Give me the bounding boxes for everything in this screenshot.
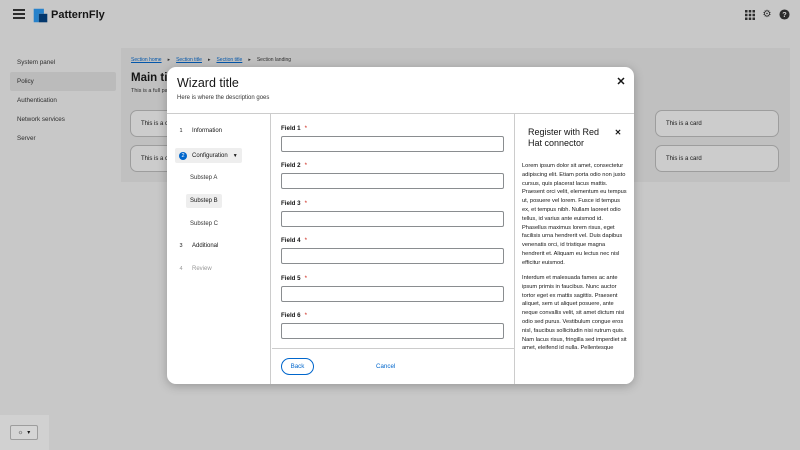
drawer-panel: Register with Red Hat connector ✕ Lorem … bbox=[514, 114, 634, 384]
back-button[interactable]: Back bbox=[281, 358, 314, 375]
chevron-down-icon: ▼ bbox=[232, 152, 238, 159]
drawer-paragraph: Interdum et malesuada fames ac ante ipsu… bbox=[522, 275, 627, 352]
step-label: Additional bbox=[192, 243, 219, 249]
step-label: Information bbox=[192, 128, 223, 134]
wizard-step-review: 4 Review bbox=[177, 265, 212, 273]
wizard-step-configuration-toggle[interactable]: 2 Configuration ▼ bbox=[175, 148, 242, 163]
step-number: 3 bbox=[179, 243, 183, 249]
field-2-label: Field 2 * bbox=[281, 162, 308, 169]
step-number: 4 bbox=[179, 266, 183, 272]
wizard-title: Wizard title bbox=[177, 76, 239, 90]
cancel-button[interactable]: Cancel bbox=[376, 358, 395, 375]
wizard-modal: Wizard title Here is where the descripti… bbox=[167, 67, 634, 384]
close-icon[interactable]: ✕ bbox=[614, 129, 622, 137]
wizard-body: Field 1 * Field 2 * Field 3 * Field 4 * Fiel… bbox=[272, 114, 515, 348]
field-6-input[interactable] bbox=[281, 323, 504, 339]
wizard-step-information[interactable]: 1 Information bbox=[177, 127, 222, 135]
field-1-label: Field 1 * bbox=[281, 125, 308, 132]
step-label: Configuration bbox=[192, 152, 228, 159]
close-icon[interactable]: ✕ bbox=[616, 77, 626, 88]
step-label: Review bbox=[192, 266, 212, 272]
field-3-label: Field 3 * bbox=[281, 200, 308, 207]
step-number: 2 bbox=[179, 151, 187, 160]
field-4-label: Field 4 * bbox=[281, 237, 308, 244]
field-5-label: Field 5 * bbox=[281, 275, 308, 282]
wizard-substep-a[interactable]: Substep A bbox=[186, 171, 221, 185]
wizard-step-additional[interactable]: 3 Additional bbox=[177, 242, 218, 250]
field-5-input[interactable] bbox=[281, 286, 504, 302]
wizard-header: Wizard title Here is where the descripti… bbox=[167, 67, 634, 114]
wizard-substep-c[interactable]: Substep C bbox=[186, 217, 222, 231]
field-4-input[interactable] bbox=[281, 248, 504, 264]
drawer-paragraph: Lorem ipsum dolor sit amet, consectetur … bbox=[522, 163, 627, 266]
drawer-title: Register with Red Hat connector bbox=[528, 127, 600, 148]
wizard-footer: Back Cancel bbox=[272, 348, 515, 384]
wizard-substep-b[interactable]: Substep B bbox=[186, 194, 222, 208]
wizard-nav: 1 Information 2 Configuration ▼ Substep … bbox=[167, 114, 271, 384]
field-2-input[interactable] bbox=[281, 173, 504, 189]
field-1-input[interactable] bbox=[281, 136, 504, 152]
field-3-input[interactable] bbox=[281, 211, 504, 227]
field-6-label: Field 6 * bbox=[281, 312, 308, 319]
wizard-description: Here is where the description goes bbox=[177, 95, 270, 101]
step-number: 1 bbox=[179, 128, 183, 134]
